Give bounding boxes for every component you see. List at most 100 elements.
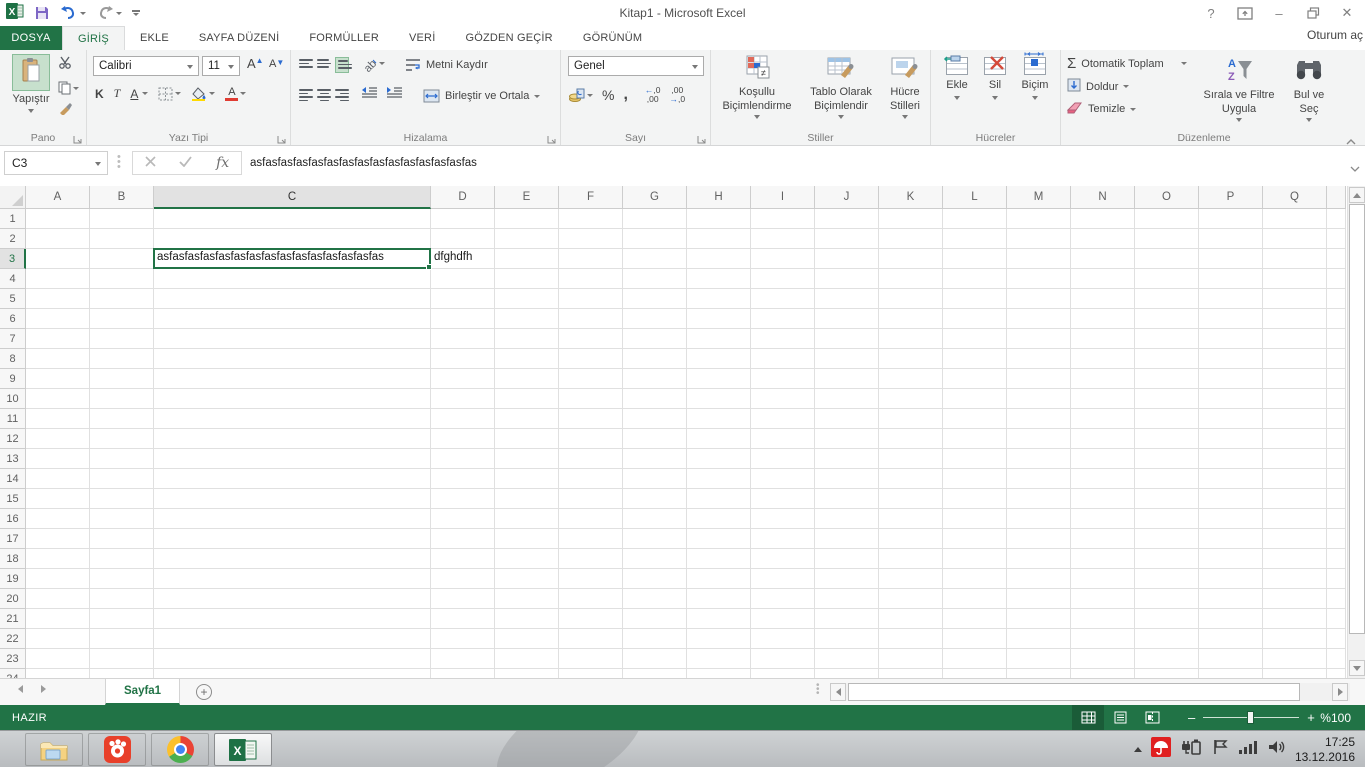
cell-partial-16[interactable]: [1327, 509, 1346, 529]
cell-B20[interactable]: [90, 589, 154, 609]
cell-P21[interactable]: [1199, 609, 1263, 629]
cell-B9[interactable]: [90, 369, 154, 389]
cell-E1[interactable]: [495, 209, 559, 229]
collapse-ribbon-icon[interactable]: [1345, 133, 1357, 145]
cell-B12[interactable]: [90, 429, 154, 449]
cell-K12[interactable]: [879, 429, 943, 449]
cell-P3[interactable]: [1199, 249, 1263, 269]
cell-F8[interactable]: [559, 349, 623, 369]
cell-partial-23[interactable]: [1327, 649, 1346, 669]
row-header-3[interactable]: 3: [0, 249, 26, 269]
cell-Q6[interactable]: [1263, 309, 1327, 329]
alignment-dialog-launcher-icon[interactable]: [547, 132, 558, 144]
cell-L15[interactable]: [943, 489, 1007, 509]
cell-partial-13[interactable]: [1327, 449, 1346, 469]
cell-G14[interactable]: [623, 469, 687, 489]
cell-I22[interactable]: [751, 629, 815, 649]
horizontal-scroll-thumb[interactable]: [848, 683, 1300, 701]
cell-C12[interactable]: [154, 429, 431, 449]
cell-B15[interactable]: [90, 489, 154, 509]
font-dialog-launcher-icon[interactable]: [277, 132, 288, 144]
cell-G22[interactable]: [623, 629, 687, 649]
delete-cells-button[interactable]: Sil: [979, 56, 1011, 100]
cell-Q16[interactable]: [1263, 509, 1327, 529]
cell-Q10[interactable]: [1263, 389, 1327, 409]
cell-B10[interactable]: [90, 389, 154, 409]
cell-N6[interactable]: [1071, 309, 1135, 329]
row-header-22[interactable]: 22: [0, 629, 26, 649]
column-header-F[interactable]: F: [559, 186, 623, 209]
decrease-decimal-button[interactable]: ,00 →,0: [670, 85, 686, 105]
cut-icon[interactable]: [58, 56, 79, 74]
cell-A2[interactable]: [26, 229, 90, 249]
cell-Q5[interactable]: [1263, 289, 1327, 309]
cell-B4[interactable]: [90, 269, 154, 289]
cell-G19[interactable]: [623, 569, 687, 589]
cell-O15[interactable]: [1135, 489, 1199, 509]
cell-O16[interactable]: [1135, 509, 1199, 529]
cell-J10[interactable]: [815, 389, 879, 409]
cell-M13[interactable]: [1007, 449, 1071, 469]
cell-I23[interactable]: [751, 649, 815, 669]
cell-C10[interactable]: [154, 389, 431, 409]
horizontal-splitter[interactable]: • • •: [816, 681, 820, 699]
cell-C6[interactable]: [154, 309, 431, 329]
cell-partial-22[interactable]: [1327, 629, 1346, 649]
cell-M19[interactable]: [1007, 569, 1071, 589]
cell-C5[interactable]: [154, 289, 431, 309]
cell-Q2[interactable]: [1263, 229, 1327, 249]
cell-A1[interactable]: [26, 209, 90, 229]
decrease-indent-icon[interactable]: [361, 87, 378, 105]
cell-D16[interactable]: [431, 509, 495, 529]
ribbon-display-options-icon[interactable]: [1231, 2, 1259, 24]
column-header-I[interactable]: I: [751, 186, 815, 209]
cell-G12[interactable]: [623, 429, 687, 449]
row-header-9[interactable]: 9: [0, 369, 26, 389]
cell-H17[interactable]: [687, 529, 751, 549]
tab-gi̇ri̇ş[interactable]: GİRİŞ: [62, 26, 125, 50]
cell-N9[interactable]: [1071, 369, 1135, 389]
cell-F14[interactable]: [559, 469, 623, 489]
undo-dropdown-arrow[interactable]: [80, 11, 86, 15]
cell-B8[interactable]: [90, 349, 154, 369]
cell-N23[interactable]: [1071, 649, 1135, 669]
cell-O19[interactable]: [1135, 569, 1199, 589]
cell-O24[interactable]: [1135, 669, 1199, 678]
cell-E24[interactable]: [495, 669, 559, 678]
cell-C23[interactable]: [154, 649, 431, 669]
cell-O12[interactable]: [1135, 429, 1199, 449]
cell-partial-2[interactable]: [1327, 229, 1346, 249]
cell-L10[interactable]: [943, 389, 1007, 409]
redo-button[interactable]: [96, 5, 122, 21]
next-sheet-icon[interactable]: [41, 685, 46, 693]
cell-E10[interactable]: [495, 389, 559, 409]
cell-P24[interactable]: [1199, 669, 1263, 678]
cell-D6[interactable]: [431, 309, 495, 329]
cell-I10[interactable]: [751, 389, 815, 409]
cell-F4[interactable]: [559, 269, 623, 289]
cell-Q9[interactable]: [1263, 369, 1327, 389]
increase-indent-icon[interactable]: [386, 87, 403, 105]
cell-D23[interactable]: [431, 649, 495, 669]
cell-E2[interactable]: [495, 229, 559, 249]
cell-A11[interactable]: [26, 409, 90, 429]
cell-partial-7[interactable]: [1327, 329, 1346, 349]
cell-M2[interactable]: [1007, 229, 1071, 249]
cell-F5[interactable]: [559, 289, 623, 309]
cell-G24[interactable]: [623, 669, 687, 678]
cell-F22[interactable]: [559, 629, 623, 649]
formula-bar-splitter[interactable]: • • •: [117, 152, 121, 173]
row-header-10[interactable]: 10: [0, 389, 26, 409]
cell-K2[interactable]: [879, 229, 943, 249]
cell-E21[interactable]: [495, 609, 559, 629]
cell-D17[interactable]: [431, 529, 495, 549]
cell-K15[interactable]: [879, 489, 943, 509]
cell-G21[interactable]: [623, 609, 687, 629]
cell-N2[interactable]: [1071, 229, 1135, 249]
normal-view-icon[interactable]: [1072, 705, 1104, 730]
cell-I21[interactable]: [751, 609, 815, 629]
cell-N8[interactable]: [1071, 349, 1135, 369]
cell-N4[interactable]: [1071, 269, 1135, 289]
cell-I20[interactable]: [751, 589, 815, 609]
cell-I11[interactable]: [751, 409, 815, 429]
